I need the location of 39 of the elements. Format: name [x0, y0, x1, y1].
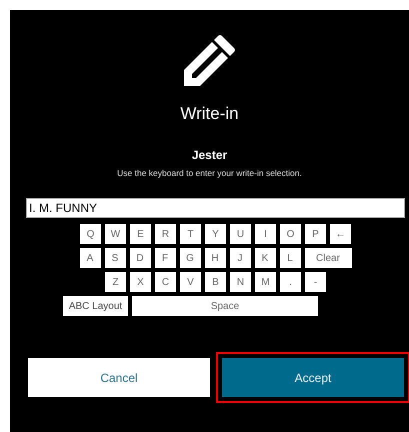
keyboard-key[interactable]: S	[104, 248, 126, 268]
keyboard-key[interactable]: -	[305, 272, 326, 292]
keyboard-key[interactable]: D	[130, 248, 150, 268]
instructions-text: Use the keyboard to enter your write-in selection.	[117, 168, 302, 178]
keyboard-key[interactable]: W	[105, 224, 126, 244]
keyboard-key[interactable]: K	[254, 248, 276, 268]
keyboard-key[interactable]: ABC Layout	[63, 296, 128, 316]
pencil-icon	[182, 32, 238, 88]
keyboard-key[interactable]: Y	[205, 224, 226, 244]
keyboard-key[interactable]: A	[80, 248, 100, 268]
keyboard-key[interactable]: Space	[132, 296, 318, 316]
contest-name: Jester	[192, 148, 228, 162]
keyboard-key[interactable]: X	[130, 272, 151, 292]
keyboard-key[interactable]: L	[280, 248, 300, 268]
keyboard-key[interactable]: J	[230, 248, 250, 268]
write-in-field[interactable]: I. M. FUNNY	[26, 198, 405, 218]
cancel-button[interactable]: Cancel	[28, 358, 210, 397]
keyboard-key[interactable]: ←	[330, 224, 351, 244]
keyboard-key[interactable]: R	[155, 224, 176, 244]
keyboard-key[interactable]: U	[230, 224, 251, 244]
keyboard-key[interactable]: O	[280, 224, 301, 244]
keyboard-key[interactable]: E	[130, 224, 151, 244]
dialog-title: Write-in	[180, 104, 239, 124]
keyboard-key[interactable]: F	[154, 248, 176, 268]
keyboard-key[interactable]: V	[180, 272, 201, 292]
keyboard-key[interactable]: P	[305, 224, 326, 244]
keyboard-key[interactable]: M	[255, 272, 276, 292]
accept-button[interactable]: Accept	[222, 358, 404, 397]
keyboard-key[interactable]: .	[280, 272, 301, 292]
keyboard-key[interactable]: H	[204, 248, 226, 268]
keyboard-key[interactable]: G	[180, 248, 200, 268]
keyboard-key[interactable]: C	[155, 272, 176, 292]
keyboard-key[interactable]: Q	[80, 224, 101, 244]
keyboard-key[interactable]: B	[205, 272, 226, 292]
keyboard-key[interactable]: N	[230, 272, 251, 292]
keyboard-key[interactable]: T	[180, 224, 201, 244]
keyboard-key[interactable]: Clear	[304, 248, 352, 268]
keyboard-key[interactable]: I	[255, 224, 276, 244]
keyboard-key[interactable]: Z	[105, 272, 126, 292]
